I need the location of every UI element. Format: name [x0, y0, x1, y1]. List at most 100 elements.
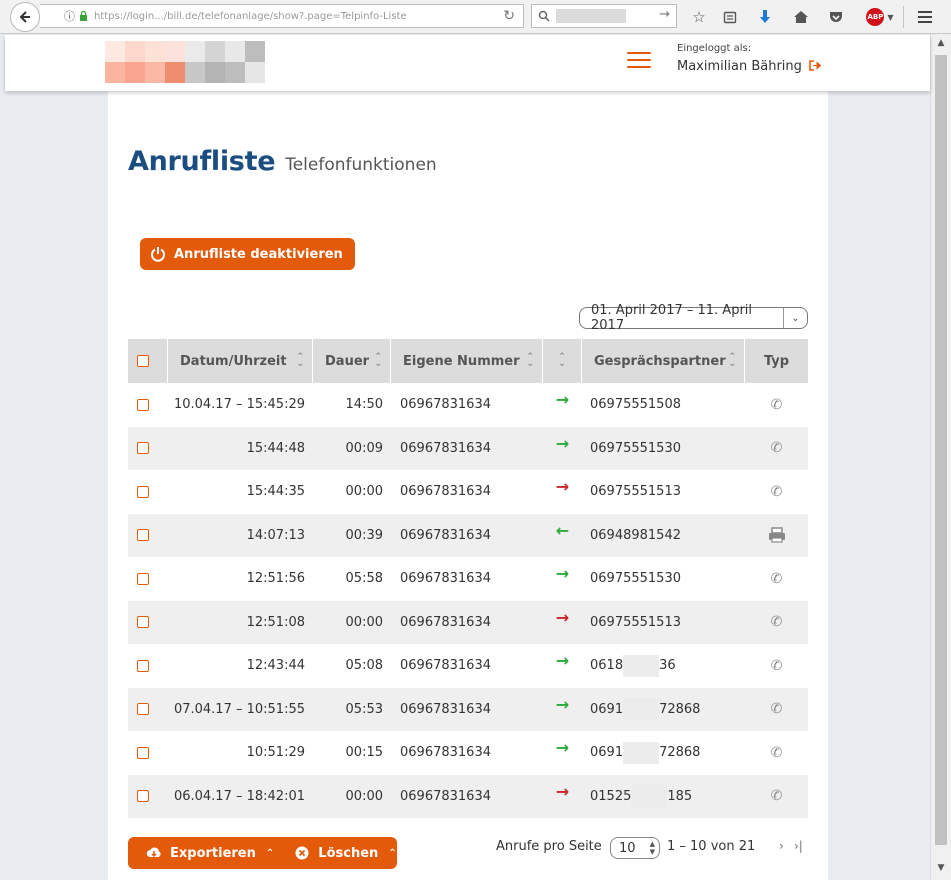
partner-number-end: 185: [667, 788, 693, 804]
sort-icon[interactable]: ⌃ ⌄: [526, 353, 534, 369]
url-bar[interactable]: ⓘ https://login.../bill.de/telefonanlage…: [40, 4, 524, 28]
hamburger-menu-icon[interactable]: [627, 52, 651, 70]
partner-number-start: 06975551508: [590, 397, 681, 413]
spinner-icon[interactable]: ▲ ▼: [650, 840, 655, 856]
redacted-area: [631, 785, 668, 808]
partner-number-start: 0618: [590, 658, 624, 674]
partner-number-start: 06948981542: [590, 527, 681, 543]
header-direction[interactable]: ⌃ ⌄: [543, 339, 582, 383]
sort-icon[interactable]: ⌃ ⌄: [728, 353, 736, 369]
type-cell: ✆: [745, 470, 808, 514]
call-list-table: Datum/Uhrzeit ⌃ ⌄ Dauer ⌃ ⌄ Eigene Nummer …: [128, 339, 808, 818]
table-row[interactable]: 07.04.17 – 10:51:55 05:53 06967831634 → 0691…: [128, 687, 808, 731]
outgoing-arrow-icon: →: [555, 651, 570, 671]
sort-icon[interactable]: ⌃ ⌄: [374, 353, 382, 369]
direction-cell: ←: [543, 514, 582, 558]
next-page-button[interactable]: ›: [779, 839, 784, 853]
row-checkbox[interactable]: [137, 703, 149, 716]
scroll-up-icon[interactable]: ▲: [934, 38, 948, 52]
row-checkbox[interactable]: [137, 790, 149, 803]
delete-label: Löschen: [318, 845, 379, 861]
header-type[interactable]: Typ: [745, 339, 808, 383]
table-row[interactable]: 10:51:29 00:15 06967831634 → 0691 72868 ✆: [128, 731, 808, 775]
url-text[interactable]: https://login.../bill.de/telefonanlage/s…: [94, 11, 464, 22]
user-name: Maximilian Bähring: [677, 59, 802, 74]
pocket-icon[interactable]: [825, 6, 847, 28]
missed-outgoing-arrow-icon: →: [555, 477, 570, 497]
download-icon[interactable]: [754, 6, 776, 28]
export-button[interactable]: Exportieren ⌃: [128, 837, 274, 869]
table-row[interactable]: 12:51:08 00:00 06967831634 → 06975551513 ✆: [128, 600, 808, 645]
partner-number-start: 06975551530: [590, 571, 681, 587]
site-header: Eingeloggt als: Maximilian Bähring: [5, 35, 930, 91]
table-row[interactable]: 10.04.17 – 15:45:29 14:50 06967831634 → 0697…: [128, 383, 808, 427]
row-checkbox[interactable]: [137, 616, 149, 629]
reading-list-icon[interactable]: [719, 6, 741, 28]
star-icon[interactable]: ☆: [688, 6, 710, 28]
table-row[interactable]: 14:07:13 00:39 06967831634 ← 06948981542: [128, 513, 808, 558]
header-partner[interactable]: Gesprächspartner ⌃ ⌄: [582, 339, 745, 383]
duration-cell: 00:00: [345, 788, 383, 804]
logged-in-label: Eingeloggt als:: [677, 43, 752, 54]
delete-button[interactable]: Löschen ⌃: [274, 837, 397, 869]
direction-cell: →: [543, 383, 582, 427]
row-select-cell: [128, 557, 168, 601]
page-subtitle: Telefonfunktionen: [285, 155, 437, 175]
sort-icon[interactable]: ⌃ ⌄: [558, 353, 566, 369]
row-checkbox[interactable]: [137, 529, 149, 542]
search-bar[interactable]: →: [531, 4, 677, 28]
row-checkbox[interactable]: [137, 659, 149, 672]
scrollbar[interactable]: ▲ ▼: [930, 35, 951, 880]
table-row[interactable]: 12:43:44 05:08 06967831634 → 0618 36 ✆: [128, 644, 808, 688]
row-checkbox[interactable]: [137, 485, 149, 498]
reload-icon[interactable]: ↻: [503, 8, 515, 24]
table-row[interactable]: 15:44:48 00:09 06967831634 → 06975551530 ✆: [128, 426, 808, 470]
header-own-number[interactable]: Eigene Nummer ⌃ ⌄: [391, 339, 543, 383]
abp-button[interactable]: ABP ▼: [863, 6, 897, 28]
datetime-cell: 07.04.17 – 10:51:55: [173, 701, 305, 717]
back-button[interactable]: [10, 2, 40, 32]
row-checkbox[interactable]: [137, 398, 149, 411]
type-cell: [745, 514, 808, 558]
table-row[interactable]: 12:51:56 05:58 06967831634 → 06975551530 ✆: [128, 557, 808, 601]
header-datetime[interactable]: Datum/Uhrzeit ⌃ ⌄: [168, 339, 313, 383]
select-all-checkbox[interactable]: [137, 355, 149, 367]
search-go-icon[interactable]: →: [659, 7, 670, 22]
last-page-button[interactable]: ›|: [794, 839, 803, 853]
row-checkbox[interactable]: [137, 746, 149, 759]
logo[interactable]: [105, 41, 265, 83]
deactivate-call-list-button[interactable]: Anrufliste deaktivieren: [140, 238, 355, 270]
menu-icon[interactable]: [914, 6, 936, 28]
action-bar: Exportieren ⌃ Löschen ⌃: [128, 837, 397, 869]
home-icon[interactable]: [790, 6, 812, 28]
scroll-down-icon[interactable]: ▼: [934, 863, 948, 877]
table-row[interactable]: 15:44:35 00:00 06967831634 → 06975551513 ✆: [128, 470, 808, 514]
header-partner-label: Gesprächspartner: [594, 353, 726, 369]
info-icon[interactable]: ⓘ: [64, 8, 75, 24]
row-checkbox[interactable]: [137, 442, 149, 455]
outgoing-arrow-icon: →: [555, 433, 570, 453]
select-all-header: [128, 339, 168, 383]
date-range-select[interactable]: 01. April 2017 – 11. April 2017 ⌄: [579, 303, 808, 333]
logout-icon[interactable]: [809, 59, 822, 74]
partner-cell: 06975551513: [582, 601, 745, 645]
per-page-select[interactable]: 10 ▲ ▼: [610, 837, 660, 859]
row-checkbox[interactable]: [137, 572, 149, 585]
own-number-cell: 06967831634: [400, 658, 491, 674]
incoming-arrow-icon: ←: [555, 520, 570, 540]
type-cell: ✆: [745, 775, 808, 819]
phone-icon: ✆: [770, 440, 783, 457]
sort-icon[interactable]: ⌃ ⌄: [296, 353, 304, 369]
own-number-cell: 06967831634: [400, 527, 491, 543]
phone-icon: ✆: [770, 657, 783, 674]
scroll-thumb[interactable]: [935, 55, 947, 845]
toolbar-separator: [903, 6, 904, 28]
row-select-cell: [128, 470, 168, 514]
abp-dropdown-icon[interactable]: ▼: [887, 13, 893, 22]
search-input[interactable]: [556, 9, 626, 23]
table-row[interactable]: 06.04.17 – 18:42:01 00:00 06967831634 → 0152…: [128, 774, 808, 819]
direction-cell: →: [543, 601, 582, 645]
header-duration[interactable]: Dauer ⌃ ⌄: [313, 339, 391, 383]
pagination-range: 1 – 10 von 21: [667, 839, 756, 854]
chevron-down-icon[interactable]: ⌄: [783, 308, 807, 328]
